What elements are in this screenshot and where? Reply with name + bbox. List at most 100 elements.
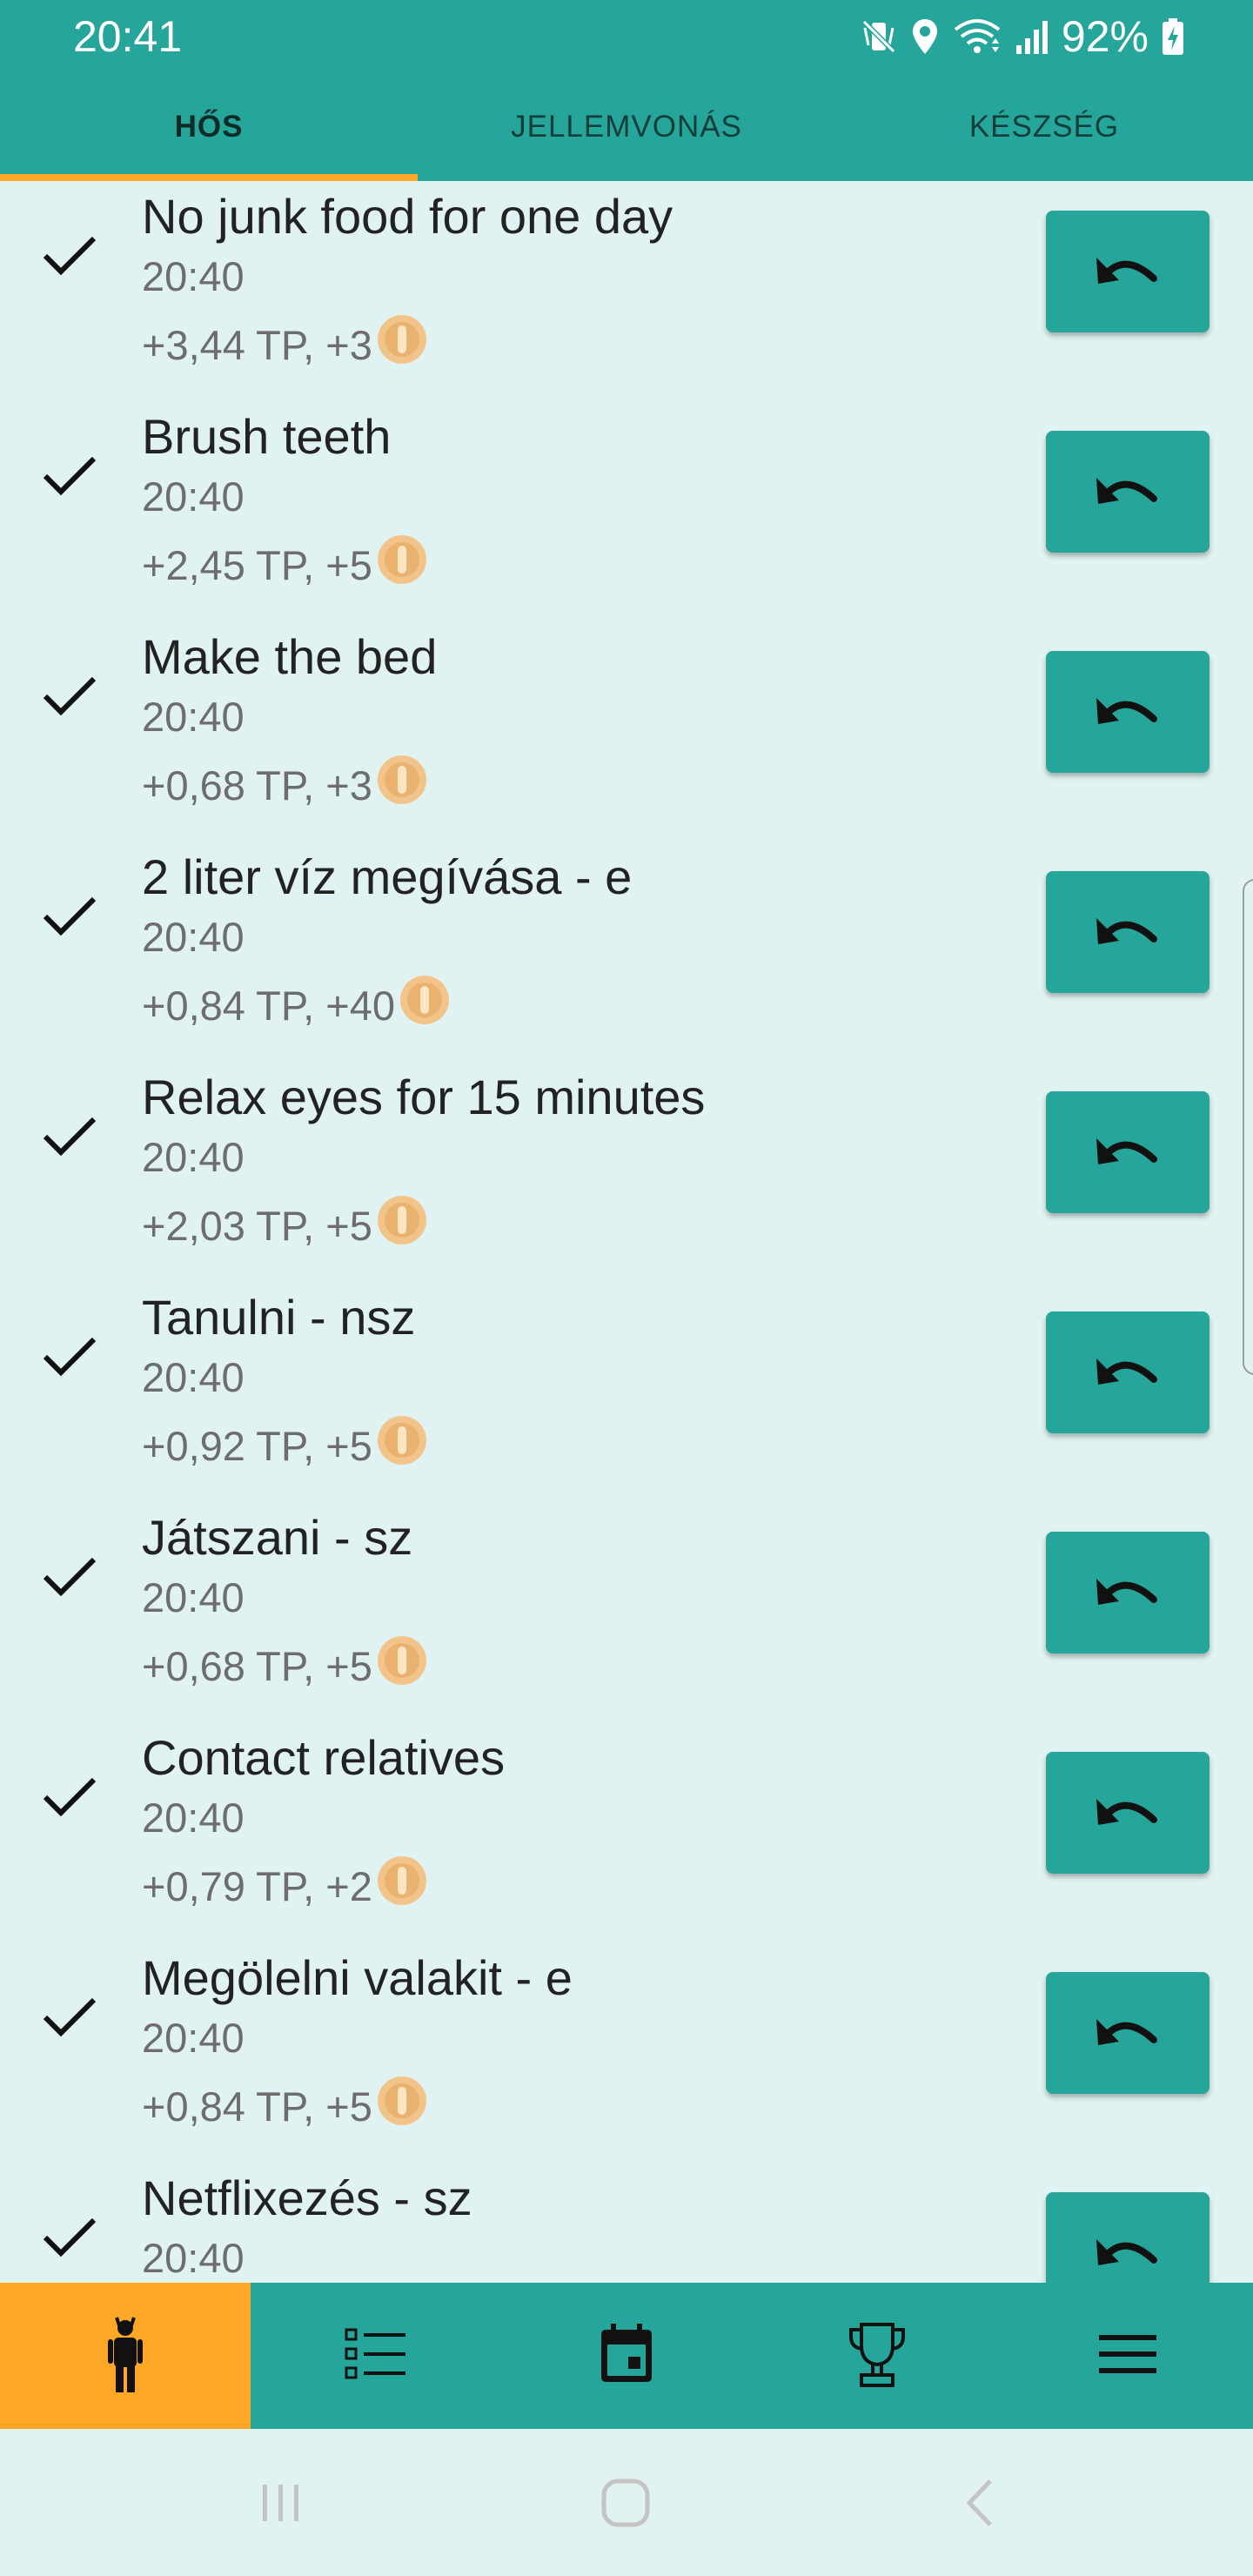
nav-tasks[interactable]: [251, 2283, 501, 2429]
coin-icon: [376, 1634, 428, 1699]
task-title: No junk food for one day: [142, 189, 673, 244]
reward-text: +0,92 TP, +5: [142, 1423, 372, 1469]
task-title: Contact relatives: [142, 1730, 506, 1785]
nav-achievements[interactable]: [752, 2283, 1002, 2429]
reward-text: +0,79 TP, +2: [142, 1863, 372, 1909]
completed-task-list[interactable]: No junk food for one day 20:40 +3,44 TP,…: [0, 181, 1253, 2283]
reward-text: +0,68 TP, +3: [142, 762, 372, 808]
undo-button[interactable]: [1046, 431, 1209, 553]
coin-icon: [399, 974, 451, 1038]
tab-bar: HŐS JELLEMVONÁS KÉSZSÉG: [0, 73, 1253, 181]
calendar-icon: [599, 2323, 654, 2389]
hero-person-icon: [106, 2314, 144, 2398]
list-item: No junk food for one day 20:40 +3,44 TP,…: [0, 181, 1253, 401]
task-title: Relax eyes for 15 minutes: [142, 1070, 706, 1124]
undo-icon: [1095, 249, 1161, 295]
task-title: Játszani - sz: [142, 1510, 413, 1565]
mute-vibrate-icon: [860, 17, 898, 56]
checkmark-icon: [40, 1554, 99, 1600]
trophy-icon: [846, 2319, 908, 2393]
undo-icon: [1095, 689, 1161, 735]
task-time: 20:40: [142, 253, 245, 299]
undo-button[interactable]: [1046, 1972, 1209, 2094]
undo-icon: [1095, 1570, 1161, 1616]
undo-icon: [1095, 1350, 1161, 1396]
home-icon[interactable]: [595, 2472, 656, 2538]
bottom-navigation: [0, 2283, 1253, 2429]
task-time: 20:40: [142, 1354, 245, 1400]
undo-icon: [1095, 909, 1161, 956]
back-icon[interactable]: [950, 2472, 1011, 2538]
checkmark-icon: [40, 1774, 99, 1820]
checkmark-icon: [40, 233, 99, 278]
task-reward: +0,92 TP, +5: [142, 1414, 428, 1479]
status-bar: 20:41 92%: [0, 0, 1253, 73]
list-item: Tanulni - nsz 20:40 +0,92 TP, +5: [0, 1282, 1253, 1502]
task-time: 20:40: [142, 1134, 245, 1180]
reward-text: +3,44 TP, +3: [142, 322, 372, 368]
undo-button[interactable]: [1046, 211, 1209, 332]
undo-button[interactable]: [1046, 1532, 1209, 1654]
list-item: Játszani - sz 20:40 +0,68 TP, +5: [0, 1502, 1253, 1722]
battery-percent: 92%: [1061, 12, 1149, 61]
list-item: Megölelni valakit - e 20:40 +0,84 TP, +5: [0, 1942, 1253, 2163]
reward-text: +2,45 TP, +5: [142, 542, 372, 588]
reward-text: +0,84 TP, +40: [142, 983, 395, 1029]
undo-button[interactable]: [1046, 1752, 1209, 1874]
tab-hero[interactable]: HŐS: [0, 73, 418, 181]
tab-skills[interactable]: KÉSZSÉG: [835, 73, 1253, 181]
battery-charging-icon: [1161, 17, 1185, 56]
nav-hero[interactable]: [0, 2283, 251, 2429]
undo-icon: [1095, 1130, 1161, 1176]
task-reward: +0,68 TP, +3: [142, 754, 428, 818]
coin-icon: [376, 313, 428, 378]
list-item: 2 liter víz megívása - e 20:40 +0,84 TP,…: [0, 842, 1253, 1062]
undo-button[interactable]: [1046, 871, 1209, 993]
list-item: Netflixezés - sz 20:40: [0, 2163, 1253, 2283]
task-title: Make the bed: [142, 629, 438, 684]
undo-button[interactable]: [1046, 1311, 1209, 1433]
task-reward: +0,84 TP, +5: [142, 2075, 428, 2139]
coin-icon: [376, 1194, 428, 1258]
task-reward: +3,44 TP, +3: [142, 313, 428, 378]
task-reward: +0,79 TP, +2: [142, 1855, 428, 1919]
task-reward: +2,03 TP, +5: [142, 1194, 428, 1258]
task-title: Brush teeth: [142, 409, 392, 464]
coin-icon: [376, 2075, 428, 2139]
tab-traits[interactable]: JELLEMVONÁS: [418, 73, 835, 181]
undo-button[interactable]: [1046, 2192, 1209, 2283]
coin-icon: [376, 754, 428, 818]
undo-icon: [1095, 1790, 1161, 1836]
checkmark-icon: [40, 674, 99, 719]
system-navigation-bar: [0, 2429, 1253, 2576]
task-time: 20:40: [142, 914, 245, 960]
checkmark-icon: [40, 1334, 99, 1379]
status-time: 20:41: [73, 12, 183, 61]
menu-icon: [1097, 2331, 1158, 2381]
task-time: 20:40: [142, 1794, 245, 1841]
tab-indicator: [0, 174, 418, 181]
reward-text: +0,84 TP, +5: [142, 2083, 372, 2130]
scrollbar-thumb[interactable]: [1243, 879, 1253, 1375]
task-list-icon: [345, 2326, 407, 2386]
task-time: 20:40: [142, 694, 245, 740]
task-reward: +0,68 TP, +5: [142, 1634, 428, 1699]
list-item: Contact relatives 20:40 +0,79 TP, +2: [0, 1722, 1253, 1942]
coin-icon: [376, 1855, 428, 1919]
task-reward: +0,84 TP, +40: [142, 974, 451, 1038]
task-title: Tanulni - nsz: [142, 1290, 416, 1345]
status-icons: 92%: [860, 9, 1185, 64]
nav-menu[interactable]: [1002, 2283, 1253, 2429]
task-time: 20:40: [142, 2235, 245, 2281]
checkmark-icon: [40, 453, 99, 499]
undo-button[interactable]: [1046, 1091, 1209, 1213]
task-reward: +2,45 TP, +5: [142, 533, 428, 598]
task-time: 20:40: [142, 473, 245, 520]
checkmark-icon: [40, 2215, 99, 2260]
recents-icon[interactable]: [251, 2472, 312, 2538]
list-item: Make the bed 20:40 +0,68 TP, +3: [0, 621, 1253, 842]
undo-button[interactable]: [1046, 651, 1209, 773]
nav-calendar[interactable]: [501, 2283, 752, 2429]
task-time: 20:40: [142, 1574, 245, 1620]
location-icon: [910, 17, 940, 56]
